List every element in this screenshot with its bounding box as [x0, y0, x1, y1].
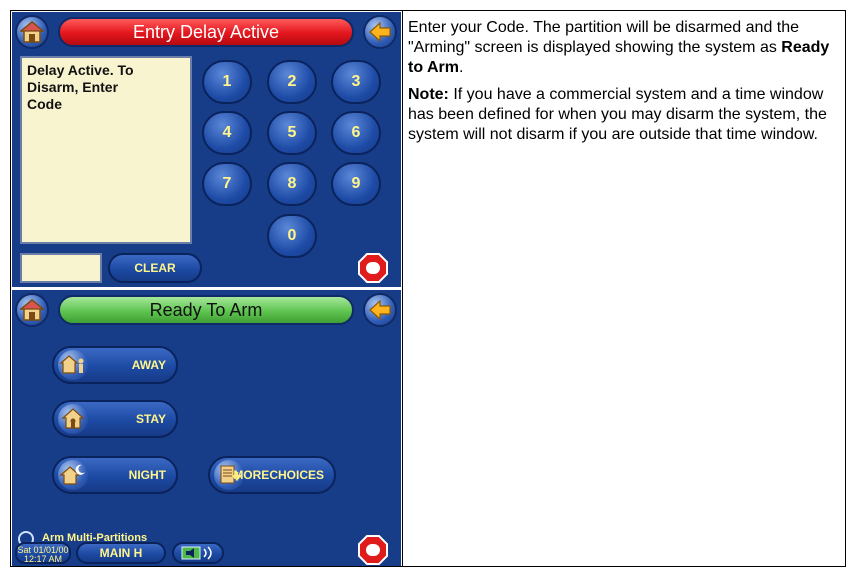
status-title: Ready To Arm — [58, 295, 354, 325]
key-4[interactable]: 4 — [202, 111, 252, 155]
note-label: Note: — [408, 86, 449, 103]
instruction-paragraph: Enter your Code. The partition will be d… — [408, 18, 838, 78]
status-title: Entry Delay Active — [58, 17, 354, 47]
night-button[interactable]: NIGHT — [52, 456, 178, 494]
speaker-icon — [181, 546, 212, 560]
key-3[interactable]: 3 — [331, 60, 381, 104]
key-7[interactable]: 7 — [202, 162, 252, 206]
night-house-icon — [58, 460, 88, 490]
column-divider — [402, 11, 403, 566]
key-9[interactable]: 9 — [331, 162, 381, 206]
note-body: If you have a commercial system and a ti… — [408, 86, 827, 143]
key-5[interactable]: 5 — [267, 111, 317, 155]
note-paragraph: Note: If you have a commercial system an… — [408, 85, 838, 145]
instruction-text: Enter your Code. The partition will be d… — [408, 18, 838, 152]
panic-alarm-icon[interactable] — [358, 535, 388, 565]
panic-alarm-icon[interactable] — [358, 253, 388, 283]
arrow-left-icon — [369, 300, 391, 320]
away-house-icon — [58, 350, 88, 380]
entry-delay-screen: Entry Delay Active Delay Active. To Disa… — [12, 12, 401, 287]
house-icon — [20, 299, 44, 321]
more-choices-label: MORE CHOICES — [233, 458, 324, 492]
code-entry-field[interactable] — [20, 253, 102, 283]
message-box: Delay Active. To Disarm, Enter Code — [20, 56, 192, 244]
more-choices-button[interactable]: MORE CHOICES — [208, 456, 336, 494]
clear-button[interactable]: CLEAR — [108, 253, 202, 283]
date-time-button[interactable]: Sat 01/01/00 12:17 AM — [15, 542, 71, 564]
away-label: AWAY — [131, 357, 166, 372]
instruction-text-c: . — [458, 59, 464, 76]
key-1[interactable]: 1 — [202, 60, 252, 104]
home-button[interactable] — [15, 293, 49, 327]
arrow-left-icon — [369, 22, 391, 42]
back-button[interactable] — [363, 15, 397, 49]
home-button[interactable] — [15, 15, 49, 49]
main-house-button[interactable]: MAIN H — [76, 542, 166, 564]
stay-house-icon — [58, 404, 88, 434]
house-icon — [20, 21, 44, 43]
ready-to-arm-screen: Ready To Arm AWAY STAY NIGHT MORE CHOICE… — [12, 290, 401, 566]
more-label-1: MORE — [233, 467, 270, 482]
away-button[interactable]: AWAY — [52, 346, 178, 384]
night-label: NIGHT — [128, 467, 166, 482]
stay-button[interactable]: STAY — [52, 400, 178, 438]
stay-label: STAY — [135, 411, 166, 426]
time-text: 12:17 AM — [23, 554, 63, 564]
key-2[interactable]: 2 — [267, 60, 317, 104]
key-0[interactable]: 0 — [267, 214, 317, 258]
back-button[interactable] — [363, 293, 397, 327]
more-label-2: CHOICES — [269, 467, 324, 482]
key-6[interactable]: 6 — [331, 111, 381, 155]
key-8[interactable]: 8 — [267, 162, 317, 206]
instruction-text-a: Enter your Code. The partition will be d… — [408, 19, 800, 56]
voice-button[interactable] — [172, 542, 224, 564]
